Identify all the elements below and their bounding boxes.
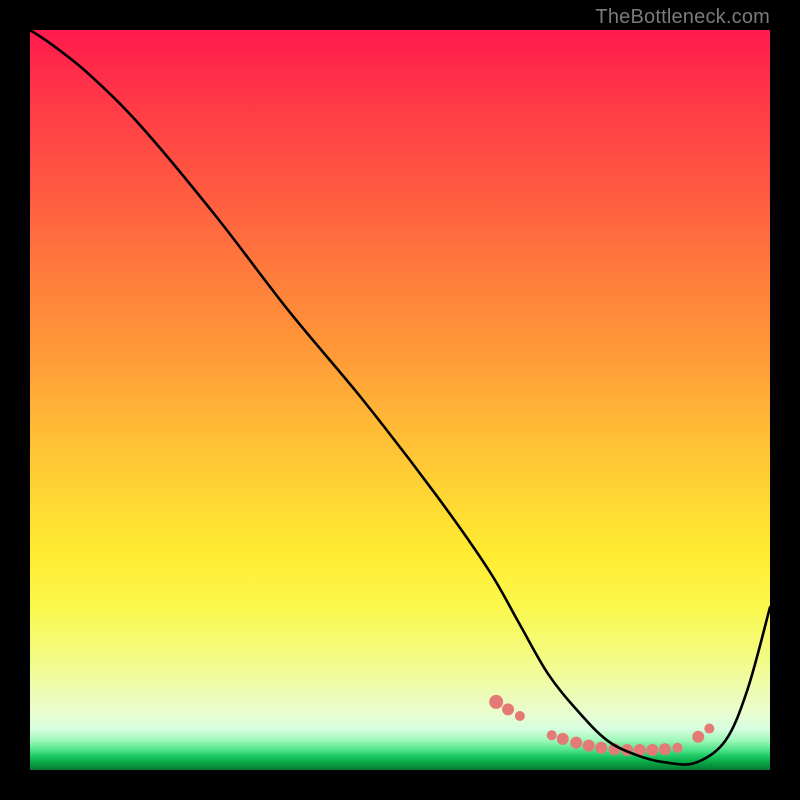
bottleneck-curve <box>30 30 770 765</box>
marker-dot <box>583 740 595 752</box>
marker-dot <box>502 703 514 715</box>
marker-dot <box>489 695 503 709</box>
marker-dot <box>595 742 607 754</box>
marker-dot <box>692 731 704 743</box>
marker-dot <box>570 737 582 749</box>
watermark-text: TheBottleneck.com <box>595 6 770 29</box>
marker-dot <box>704 724 714 734</box>
chart-svg <box>30 30 770 770</box>
marker-dot <box>515 711 525 721</box>
chart-frame: TheBottleneck.com <box>0 0 800 800</box>
marker-dot <box>673 743 683 753</box>
marker-dot <box>646 744 658 756</box>
plot-area <box>30 30 770 770</box>
marker-group <box>489 695 714 756</box>
marker-dot <box>547 730 557 740</box>
marker-dot <box>557 733 569 745</box>
marker-dot <box>659 743 671 755</box>
